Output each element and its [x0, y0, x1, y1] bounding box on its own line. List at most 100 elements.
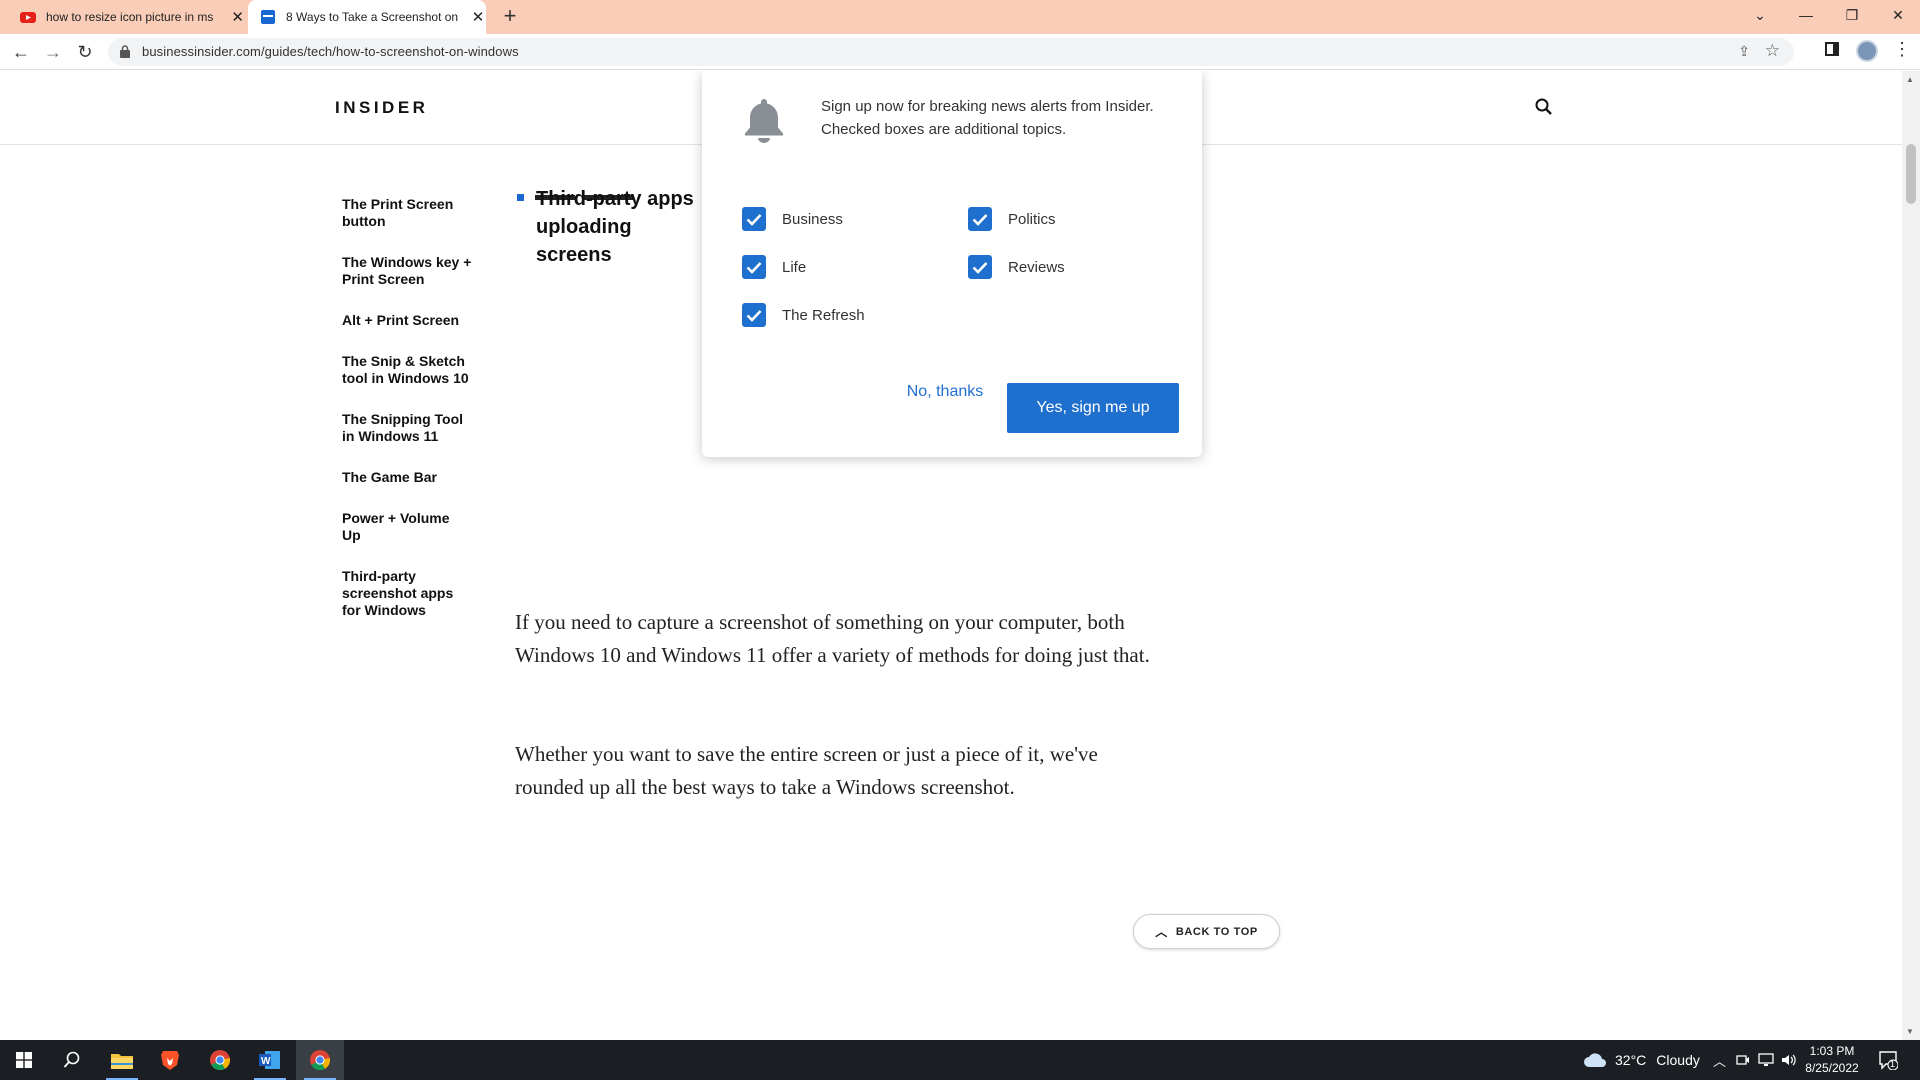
brave-lion-icon — [161, 1051, 179, 1070]
folder-icon — [111, 1054, 133, 1069]
taskbar-search-button[interactable] — [48, 1040, 96, 1080]
toc-item[interactable]: The Print Screen button — [342, 196, 472, 230]
taskbar-clock[interactable]: 1:03 PM 8/25/2022 — [1802, 1043, 1862, 1077]
tab-title: 8 Ways to Take a Screenshot on — [286, 10, 459, 24]
cloud-icon — [1584, 1053, 1606, 1067]
weather-widget[interactable]: 32°C Cloudy — [1583, 1040, 1700, 1080]
address-bar[interactable]: businessinsider.com/guides/tech/how-to-s… — [108, 38, 1794, 66]
chrome-active-button[interactable] — [296, 1040, 344, 1080]
forward-arrow-icon[interactable]: → — [41, 40, 65, 64]
close-window-button[interactable]: ✕ — [1875, 0, 1920, 34]
chrome-button[interactable] — [196, 1040, 244, 1080]
meet-now-icon[interactable] — [1736, 1040, 1750, 1080]
lock-icon — [120, 45, 130, 58]
no-thanks-button[interactable]: No, thanks — [885, 383, 1005, 407]
article-bullet: Third-party apps uploading screens — [517, 185, 707, 269]
tab-strip: how to resize icon picture in ms ✕ 8 Way… — [0, 0, 1920, 34]
insider-icon — [261, 10, 275, 24]
checkmark-icon — [972, 261, 988, 274]
clock-time: 1:03 PM — [1809, 1044, 1855, 1058]
side-panel-icon[interactable] — [1825, 42, 1839, 61]
windows-taskbar: W 32°C Cloudy ︿ 1:03 PM 8/25/2022 1 — [0, 1040, 1920, 1080]
toc-item[interactable]: Power + Volume Up — [342, 510, 472, 544]
checkbox-checked[interactable] — [742, 207, 766, 231]
start-button[interactable] — [0, 1040, 48, 1080]
search-icon — [63, 1051, 80, 1068]
back-to-top-label: BACK TO TOP — [1175, 925, 1258, 938]
checkbox-label: The Refresh — [782, 306, 865, 324]
menu-kebab-icon[interactable]: ⋮ — [1893, 39, 1911, 60]
weather-condition: Cloudy — [1656, 1052, 1700, 1068]
share-icon[interactable]: ⇪ — [1738, 43, 1750, 60]
reload-icon[interactable]: ↻ — [73, 40, 97, 64]
toc-item[interactable]: The Snip & Sketch tool in Windows 10 — [342, 353, 472, 387]
network-icon[interactable] — [1758, 1040, 1774, 1080]
popup-message: Sign up now for breaking news alerts fro… — [821, 98, 1154, 138]
checkbox-life[interactable]: Life — [742, 255, 806, 279]
bookmark-star-icon[interactable]: ☆ — [1765, 41, 1780, 61]
scroll-up-arrow-icon[interactable]: ▲ — [1906, 75, 1914, 84]
tab-insider[interactable]: 8 Ways to Take a Screenshot on ✕ — [248, 0, 486, 34]
notification-center-icon[interactable]: 1 — [1878, 1050, 1899, 1075]
sign-up-button[interactable]: Yes, sign me up — [1007, 383, 1179, 433]
close-tab-icon[interactable]: ✕ — [230, 8, 245, 26]
checkbox-label: Politics — [1008, 210, 1056, 228]
chrome-icon — [310, 1050, 331, 1071]
chrome-icon — [210, 1050, 231, 1071]
tab-youtube[interactable]: how to resize icon picture in ms ✕ — [20, 0, 245, 34]
checkbox-checked[interactable] — [968, 255, 992, 279]
windows-logo-icon — [16, 1052, 32, 1068]
svg-text:W: W — [261, 1056, 271, 1067]
browser-toolbar: ← → ↻ businessinsider.com/guides/tech/ho… — [0, 34, 1920, 70]
checkbox-the-refresh[interactable]: The Refresh — [742, 303, 865, 327]
checkbox-label: Business — [782, 210, 843, 228]
tab-search-icon[interactable]: ⌄ — [1737, 0, 1783, 34]
checkmark-icon — [746, 261, 762, 274]
checkbox-label: Reviews — [1008, 258, 1065, 276]
toc-item[interactable]: Third-party screenshot apps for Windows — [342, 568, 472, 619]
web-page: INSIDER The Print Screen button The Wind… — [0, 71, 1902, 1040]
toc-item[interactable]: The Game Bar — [342, 469, 472, 486]
article-paragraph: Whether you want to save the entire scre… — [515, 742, 1098, 799]
show-hidden-icons-chevron[interactable]: ︿ — [1713, 1040, 1726, 1080]
checkmark-icon — [972, 213, 988, 226]
checkbox-checked[interactable] — [742, 303, 766, 327]
back-arrow-icon[interactable]: ← — [9, 40, 33, 64]
toc-item[interactable]: The Windows key + Print Screen — [342, 254, 472, 288]
checkbox-checked[interactable] — [742, 255, 766, 279]
url-text: businessinsider.com/guides/tech/how-to-s… — [142, 44, 519, 59]
minimize-button[interactable]: — — [1783, 0, 1829, 34]
bullet-text: Third-party apps uploading screens — [536, 188, 694, 266]
checkbox-label: Life — [782, 258, 807, 276]
weather-temp: 32°C — [1615, 1052, 1647, 1068]
checkbox-checked[interactable] — [968, 207, 992, 231]
scrollbar-thumb[interactable] — [1906, 144, 1916, 204]
restore-button[interactable]: ❐ — [1829, 0, 1875, 34]
checkbox-reviews[interactable]: Reviews — [968, 255, 1065, 279]
back-to-top-button[interactable]: ︿ BACK TO TOP — [1133, 914, 1280, 949]
search-icon[interactable] — [1535, 98, 1553, 116]
clock-date: 8/25/2022 — [1805, 1061, 1859, 1075]
checkbox-business[interactable]: Business — [742, 207, 843, 231]
scroll-down-arrow-icon[interactable]: ▼ — [1906, 1027, 1914, 1036]
file-explorer-button[interactable] — [98, 1040, 146, 1080]
new-tab-button[interactable]: + — [498, 4, 522, 28]
page-scrollbar[interactable]: ▲ ▼ — [1902, 71, 1920, 1040]
tab-title: how to resize icon picture in ms — [46, 10, 214, 24]
toc-item[interactable]: Alt + Print Screen — [342, 312, 472, 329]
chevron-up-icon: ︿ — [1155, 925, 1168, 939]
word-icon: W — [259, 1051, 280, 1069]
bullet-marker — [517, 194, 524, 201]
checkmark-icon — [746, 309, 762, 322]
checkbox-politics[interactable]: Politics — [968, 207, 1056, 231]
profile-avatar[interactable] — [1856, 40, 1878, 62]
site-logo[interactable]: INSIDER — [335, 98, 428, 118]
youtube-icon — [20, 12, 36, 23]
close-tab-icon[interactable]: ✕ — [470, 8, 486, 26]
brave-browser-button[interactable] — [146, 1040, 194, 1080]
word-button[interactable]: W — [246, 1040, 294, 1080]
article-paragraph: If you need to capture a screenshot of s… — [515, 610, 1150, 667]
volume-icon[interactable] — [1781, 1040, 1797, 1080]
toc-item[interactable]: The Snipping Tool in Windows 11 — [342, 411, 472, 445]
checkmark-icon — [746, 213, 762, 226]
